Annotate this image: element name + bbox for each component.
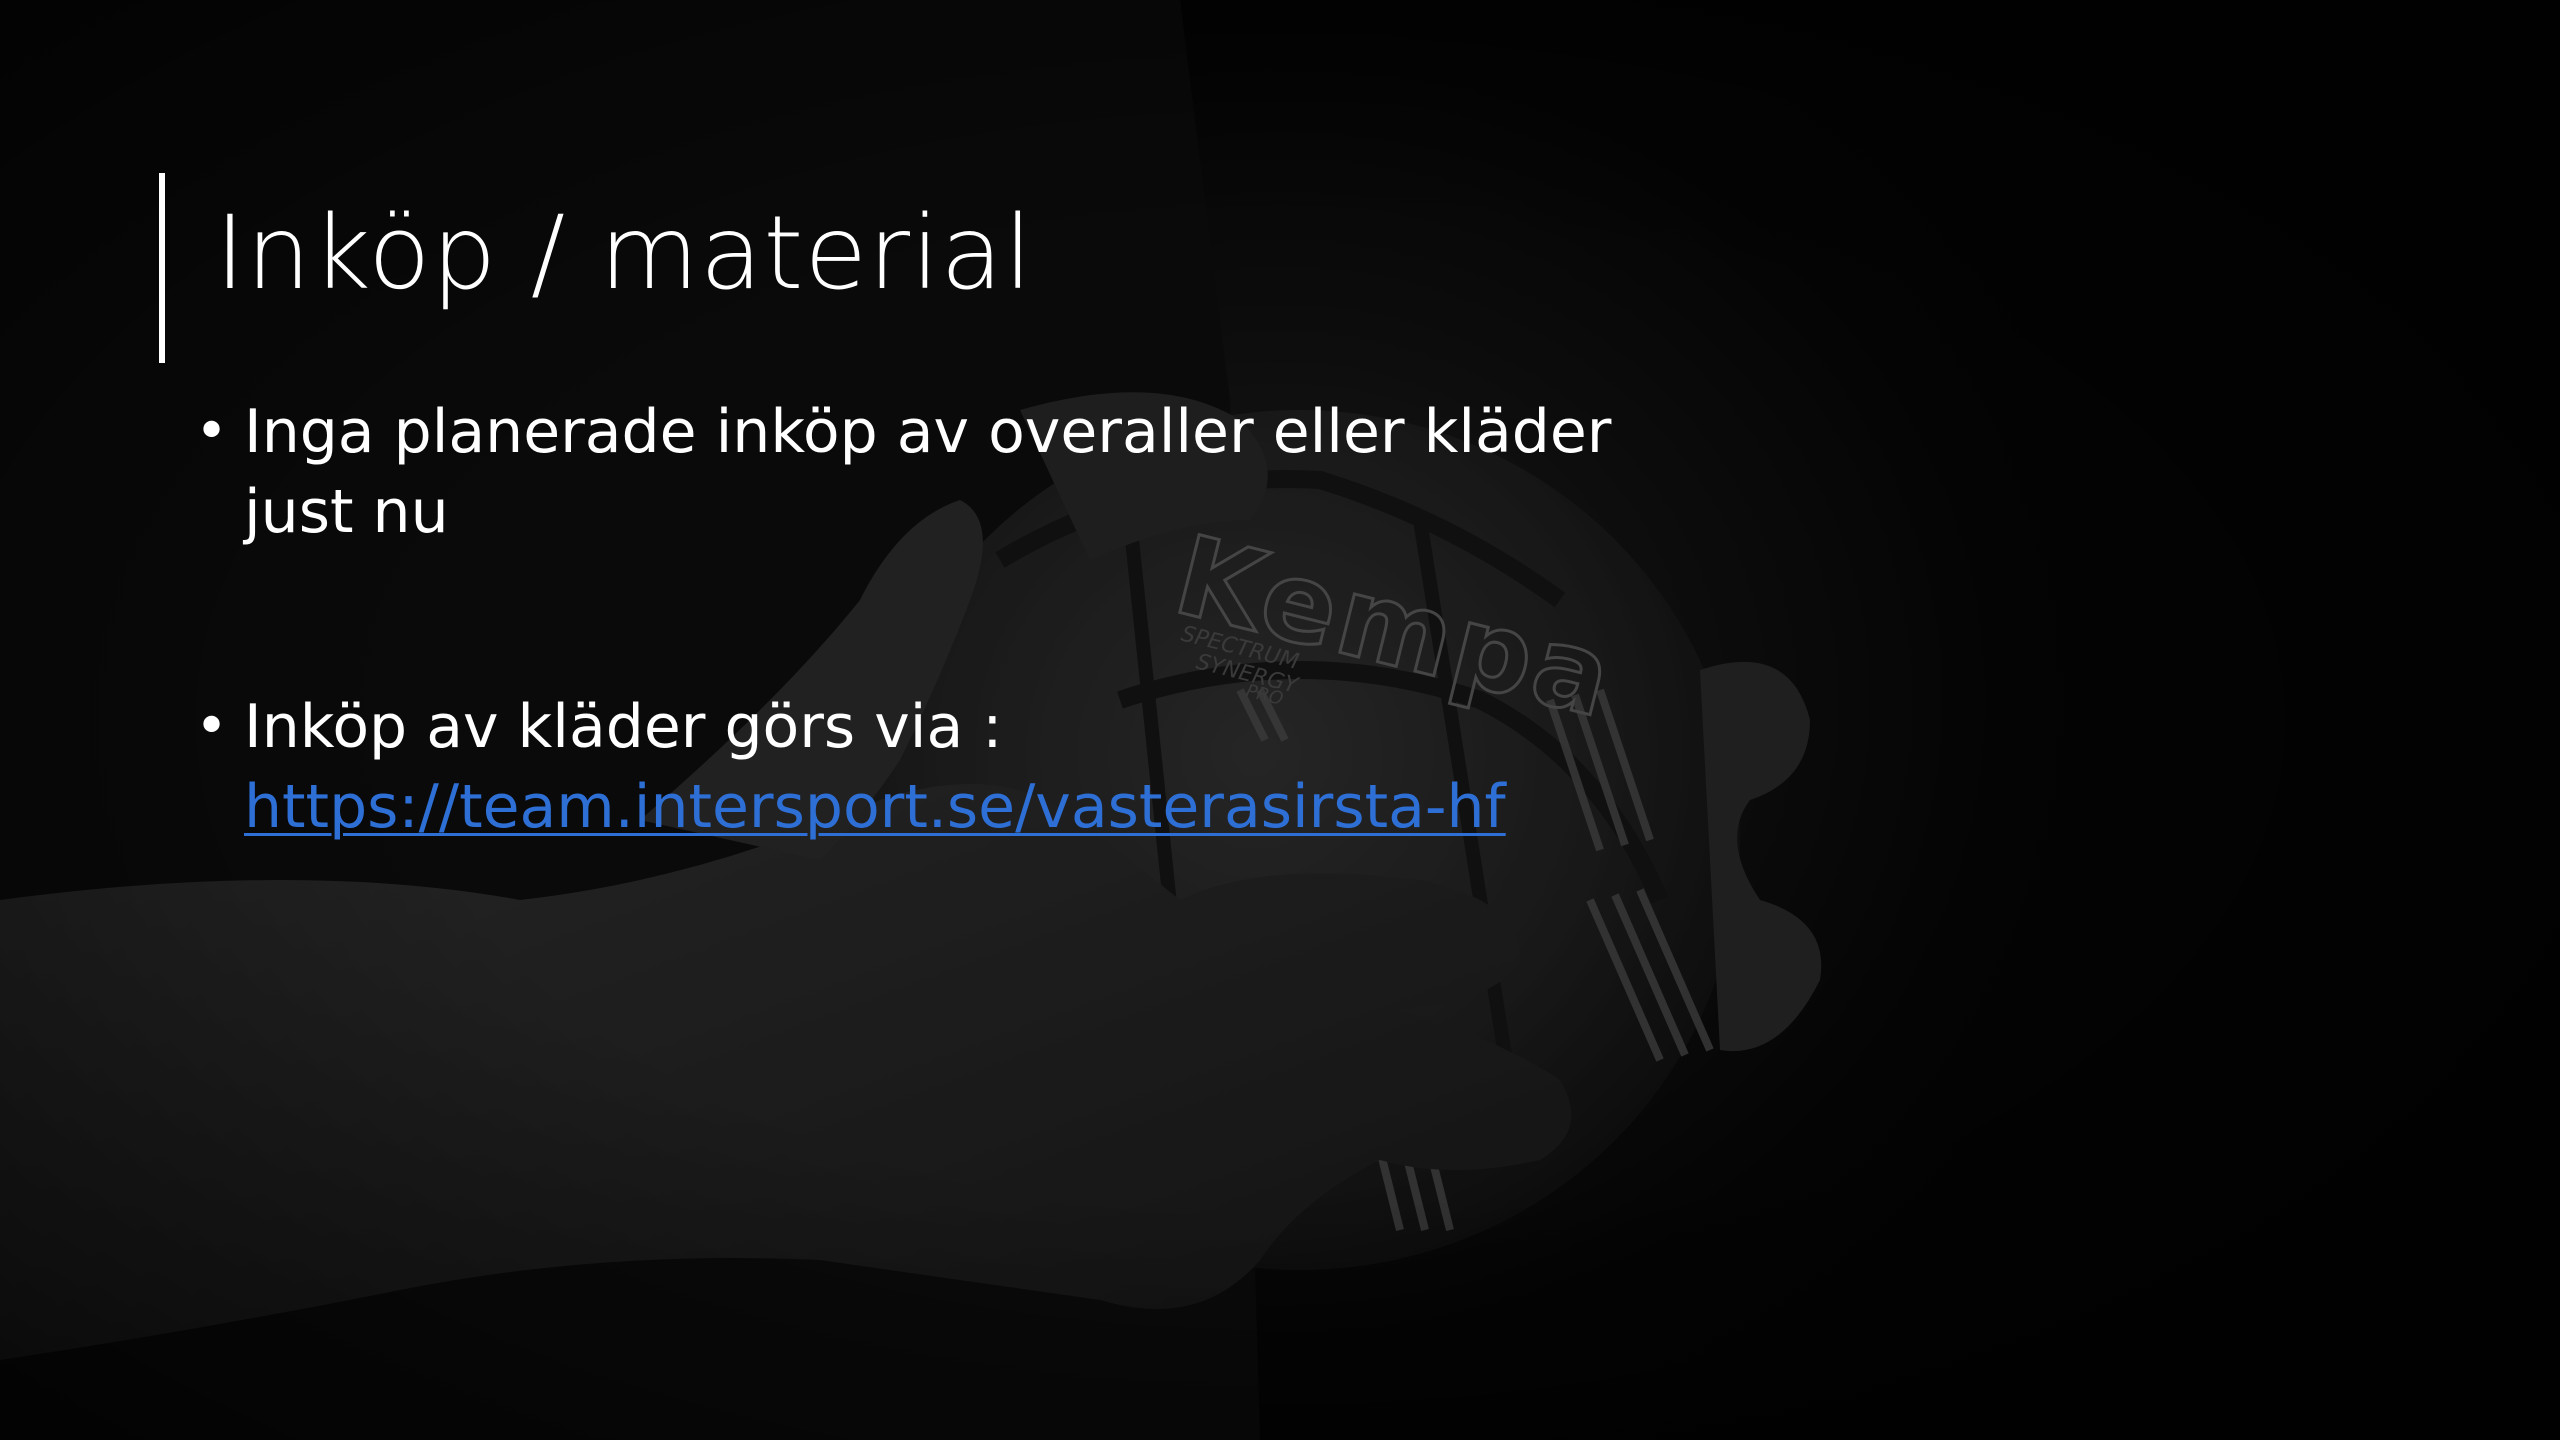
slide-title: Inköp / material [215, 194, 1034, 313]
bullet-item: • Inköp av kläder görs via : https://tea… [195, 687, 1795, 847]
title-accent-bar [159, 173, 165, 363]
bullet-text: Inga planerade inköp av overaller eller … [244, 397, 1612, 547]
slide: Kempa SPECTRUM SYNERGY PRO Inköp / mater… [0, 0, 2560, 1440]
bullet-item: • Inga planerade inköp av overaller elle… [195, 392, 1795, 552]
bullet-list: • Inga planerade inköp av overaller elle… [195, 392, 1795, 847]
bullet-icon: • [195, 694, 229, 759]
intersport-link[interactable]: https://team.intersport.se/vasterasirsta… [244, 767, 1795, 847]
bullet-text: Inköp av kläder görs via : [244, 692, 1003, 762]
bullet-icon: • [195, 399, 229, 464]
